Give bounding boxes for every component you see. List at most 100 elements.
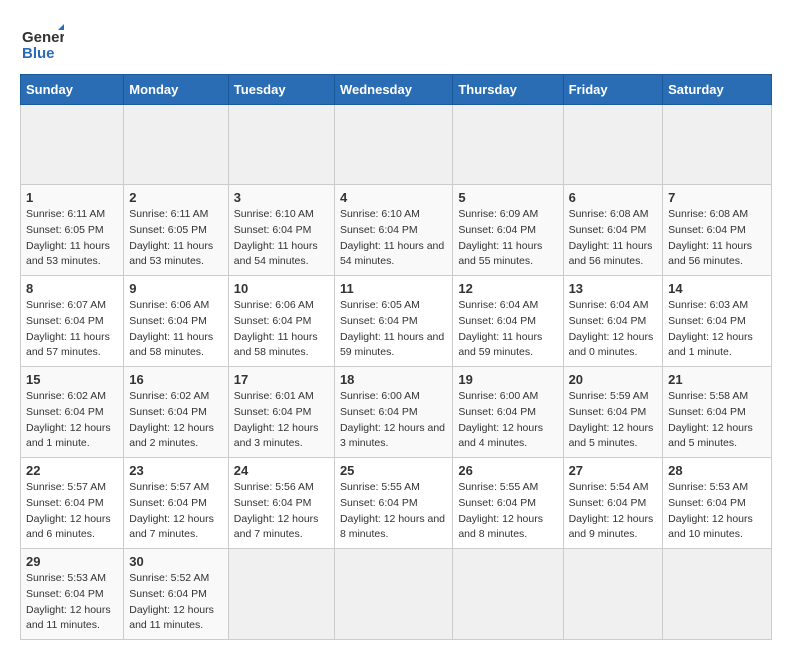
day-info: Sunrise: 6:06 AMSunset: 6:04 PMDaylight:… bbox=[129, 298, 223, 361]
day-info: Sunrise: 6:04 AMSunset: 6:04 PMDaylight:… bbox=[458, 298, 557, 361]
calendar-cell: 19 Sunrise: 6:00 AMSunset: 6:04 PMDayligh… bbox=[453, 367, 563, 458]
calendar-cell bbox=[563, 549, 663, 640]
calendar-week-row bbox=[21, 105, 772, 185]
calendar-cell: 27 Sunrise: 5:54 AMSunset: 6:04 PMDayligh… bbox=[563, 458, 663, 549]
day-number: 15 bbox=[26, 372, 118, 387]
day-number: 9 bbox=[129, 281, 223, 296]
calendar-cell: 5Sunrise: 6:09 AMSunset: 6:04 PMDaylight… bbox=[453, 185, 563, 276]
calendar-cell: 11 Sunrise: 6:05 AMSunset: 6:04 PMDayligh… bbox=[334, 276, 452, 367]
day-info: Sunrise: 5:58 AMSunset: 6:04 PMDaylight:… bbox=[668, 389, 766, 452]
day-info: Sunrise: 6:10 AMSunset: 6:04 PMDaylight:… bbox=[234, 207, 329, 270]
calendar-cell: 30 Sunrise: 5:52 AMSunset: 6:04 PMDayligh… bbox=[124, 549, 229, 640]
calendar-cell: 3 Sunrise: 6:10 AMSunset: 6:04 PMDaylight… bbox=[228, 185, 334, 276]
logo: General Blue bbox=[20, 20, 64, 64]
day-info: Sunrise: 6:08 AMSunset: 6:04 PMDaylight:… bbox=[569, 207, 658, 270]
day-number: 26 bbox=[458, 463, 557, 478]
page-header: General Blue bbox=[20, 20, 772, 64]
calendar-cell: 28Sunrise: 5:53 AMSunset: 6:04 PMDayligh… bbox=[663, 458, 772, 549]
calendar-cell: 20Sunrise: 5:59 AMSunset: 6:04 PMDayligh… bbox=[563, 367, 663, 458]
col-header-wednesday: Wednesday bbox=[334, 75, 452, 105]
day-info: Sunrise: 5:55 AMSunset: 6:04 PMDaylight:… bbox=[340, 480, 447, 543]
day-number: 3 bbox=[234, 190, 329, 205]
day-number: 6 bbox=[569, 190, 658, 205]
calendar-cell: 1Sunrise: 6:11 AMSunset: 6:05 PMDaylight… bbox=[21, 185, 124, 276]
calendar-cell bbox=[228, 105, 334, 185]
day-number: 17 bbox=[234, 372, 329, 387]
day-number: 8 bbox=[26, 281, 118, 296]
day-info: Sunrise: 5:57 AMSunset: 6:04 PMDaylight:… bbox=[129, 480, 223, 543]
calendar-cell: 2Sunrise: 6:11 AMSunset: 6:05 PMDaylight… bbox=[124, 185, 229, 276]
day-number: 24 bbox=[234, 463, 329, 478]
calendar-cell: 17Sunrise: 6:01 AMSunset: 6:04 PMDayligh… bbox=[228, 367, 334, 458]
day-number: 28 bbox=[668, 463, 766, 478]
calendar-cell: 26Sunrise: 5:55 AMSunset: 6:04 PMDayligh… bbox=[453, 458, 563, 549]
day-info: Sunrise: 5:53 AMSunset: 6:04 PMDaylight:… bbox=[26, 571, 118, 634]
day-info: Sunrise: 6:05 AMSunset: 6:04 PMDaylight:… bbox=[340, 298, 447, 361]
calendar-cell bbox=[453, 549, 563, 640]
calendar-cell: 7 Sunrise: 6:08 AMSunset: 6:04 PMDaylight… bbox=[663, 185, 772, 276]
calendar-cell: 15 Sunrise: 6:02 AMSunset: 6:04 PMDayligh… bbox=[21, 367, 124, 458]
day-number: 23 bbox=[129, 463, 223, 478]
calendar-cell bbox=[334, 549, 452, 640]
calendar-table: SundayMondayTuesdayWednesdayThursdayFrid… bbox=[20, 74, 772, 640]
calendar-week-row: 29Sunrise: 5:53 AMSunset: 6:04 PMDayligh… bbox=[21, 549, 772, 640]
svg-text:General: General bbox=[22, 29, 64, 46]
col-header-monday: Monday bbox=[124, 75, 229, 105]
day-info: Sunrise: 6:03 AMSunset: 6:04 PMDaylight:… bbox=[668, 298, 766, 361]
calendar-week-row: 15 Sunrise: 6:02 AMSunset: 6:04 PMDayligh… bbox=[21, 367, 772, 458]
col-header-tuesday: Tuesday bbox=[228, 75, 334, 105]
day-number: 30 bbox=[129, 554, 223, 569]
calendar-cell bbox=[663, 549, 772, 640]
day-number: 4 bbox=[340, 190, 447, 205]
day-info: Sunrise: 6:08 AMSunset: 6:04 PMDaylight:… bbox=[668, 207, 766, 270]
calendar-cell bbox=[124, 105, 229, 185]
calendar-week-row: 8 Sunrise: 6:07 AMSunset: 6:04 PMDaylight… bbox=[21, 276, 772, 367]
day-number: 10 bbox=[234, 281, 329, 296]
day-info: Sunrise: 5:57 AMSunset: 6:04 PMDaylight:… bbox=[26, 480, 118, 543]
calendar-cell: 14 Sunrise: 6:03 AMSunset: 6:04 PMDayligh… bbox=[663, 276, 772, 367]
calendar-cell: 9 Sunrise: 6:06 AMSunset: 6:04 PMDaylight… bbox=[124, 276, 229, 367]
calendar-cell: 4 Sunrise: 6:10 AMSunset: 6:04 PMDaylight… bbox=[334, 185, 452, 276]
day-number: 16 bbox=[129, 372, 223, 387]
day-number: 20 bbox=[569, 372, 658, 387]
calendar-cell: 25Sunrise: 5:55 AMSunset: 6:04 PMDayligh… bbox=[334, 458, 452, 549]
calendar-cell bbox=[453, 105, 563, 185]
svg-text:Blue: Blue bbox=[22, 45, 55, 62]
calendar-cell: 12 Sunrise: 6:04 AMSunset: 6:04 PMDayligh… bbox=[453, 276, 563, 367]
day-info: Sunrise: 5:54 AMSunset: 6:04 PMDaylight:… bbox=[569, 480, 658, 543]
calendar-cell: 13Sunrise: 6:04 AMSunset: 6:04 PMDayligh… bbox=[563, 276, 663, 367]
day-info: Sunrise: 6:00 AMSunset: 6:04 PMDaylight:… bbox=[340, 389, 447, 452]
day-number: 14 bbox=[668, 281, 766, 296]
day-number: 22 bbox=[26, 463, 118, 478]
col-header-sunday: Sunday bbox=[21, 75, 124, 105]
day-number: 19 bbox=[458, 372, 557, 387]
calendar-header-row: SundayMondayTuesdayWednesdayThursdayFrid… bbox=[21, 75, 772, 105]
calendar-cell bbox=[563, 105, 663, 185]
calendar-cell bbox=[663, 105, 772, 185]
calendar-cell: 18Sunrise: 6:00 AMSunset: 6:04 PMDayligh… bbox=[334, 367, 452, 458]
day-info: Sunrise: 6:10 AMSunset: 6:04 PMDaylight:… bbox=[340, 207, 447, 270]
calendar-cell bbox=[228, 549, 334, 640]
day-number: 7 bbox=[668, 190, 766, 205]
calendar-cell: 24Sunrise: 5:56 AMSunset: 6:04 PMDayligh… bbox=[228, 458, 334, 549]
calendar-week-row: 22 Sunrise: 5:57 AMSunset: 6:04 PMDayligh… bbox=[21, 458, 772, 549]
day-number: 1 bbox=[26, 190, 118, 205]
calendar-cell bbox=[334, 105, 452, 185]
day-info: Sunrise: 6:07 AMSunset: 6:04 PMDaylight:… bbox=[26, 298, 118, 361]
day-info: Sunrise: 6:00 AMSunset: 6:04 PMDaylight:… bbox=[458, 389, 557, 452]
calendar-cell: 22 Sunrise: 5:57 AMSunset: 6:04 PMDayligh… bbox=[21, 458, 124, 549]
col-header-saturday: Saturday bbox=[663, 75, 772, 105]
day-number: 27 bbox=[569, 463, 658, 478]
col-header-thursday: Thursday bbox=[453, 75, 563, 105]
calendar-cell bbox=[21, 105, 124, 185]
calendar-cell: 6 Sunrise: 6:08 AMSunset: 6:04 PMDaylight… bbox=[563, 185, 663, 276]
day-info: Sunrise: 5:52 AMSunset: 6:04 PMDaylight:… bbox=[129, 571, 223, 634]
day-info: Sunrise: 6:02 AMSunset: 6:04 PMDaylight:… bbox=[26, 389, 118, 452]
calendar-cell: 21 Sunrise: 5:58 AMSunset: 6:04 PMDayligh… bbox=[663, 367, 772, 458]
day-number: 12 bbox=[458, 281, 557, 296]
day-info: Sunrise: 6:06 AMSunset: 6:04 PMDaylight:… bbox=[234, 298, 329, 361]
day-number: 11 bbox=[340, 281, 447, 296]
logo-icon: General Blue bbox=[20, 20, 64, 64]
day-number: 21 bbox=[668, 372, 766, 387]
calendar-cell: 8 Sunrise: 6:07 AMSunset: 6:04 PMDaylight… bbox=[21, 276, 124, 367]
